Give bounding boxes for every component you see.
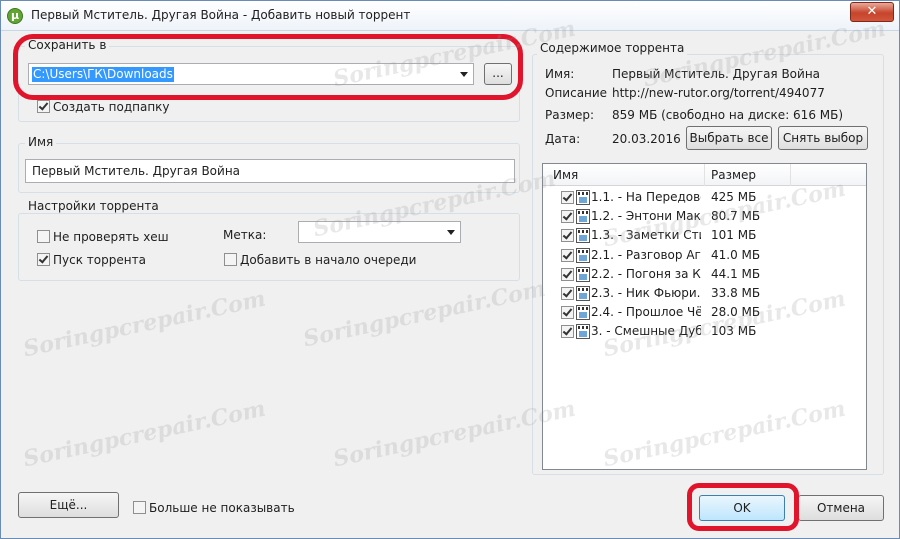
file-size: 28.0 МБ [711, 305, 761, 320]
watermark-text: Soringpcrepair.Com [20, 285, 268, 363]
file-checkbox[interactable] [561, 210, 574, 224]
check-icon [562, 268, 573, 279]
torrent-settings-label: Настройки торрента [25, 199, 162, 213]
cancel-button[interactable]: Отмена [798, 495, 884, 521]
file-list-header: Имя Размер [543, 164, 866, 186]
file-size: 103 МБ [711, 324, 757, 339]
tag-combobox[interactable] [298, 221, 461, 243]
file-row[interactable]: 1.2. - Энтони Маки ... 80.7 МБ [543, 207, 866, 226]
check-icon [562, 287, 573, 298]
title-bar: µ Первый Мститель. Другая Война - Добави… [1, 1, 899, 31]
start-torrent-checkbox[interactable] [37, 253, 50, 266]
check-icon [562, 191, 573, 202]
info-name-label: Имя: [545, 67, 575, 81]
file-row[interactable]: 2.3. - Ник Фьюри.m... 33.8 МБ [543, 284, 866, 303]
video-file-icon [576, 209, 590, 225]
column-header-size[interactable]: Размер [711, 168, 756, 182]
info-size-label: Размер: [545, 108, 595, 122]
utorrent-icon: µ [7, 8, 23, 24]
file-name: 1.3. - Заметки Стив... [591, 228, 701, 243]
check-icon [562, 306, 573, 317]
file-row[interactable]: 2.1. - Разговор Аге... 41.0 МБ [543, 246, 866, 265]
torrent-name-field[interactable]: Первый Мститель. Другая Война [25, 159, 515, 183]
browse-button[interactable]: ... [484, 63, 512, 85]
file-name: 3. - Смешные Дубл... [591, 324, 701, 339]
chevron-down-icon[interactable] [460, 72, 468, 77]
check-icon [562, 325, 573, 336]
file-size: 425 МБ [711, 190, 757, 204]
add-to-queue-top-label: Добавить в начало очереди [240, 253, 417, 267]
info-date-value: 20.03.2016 [612, 132, 681, 146]
window-title: Первый Мститель. Другая Война - Добавить… [31, 8, 411, 22]
select-all-button[interactable]: Выбрать все [686, 126, 772, 150]
check-icon [38, 253, 49, 264]
file-checkbox[interactable] [561, 248, 574, 262]
video-file-icon [576, 228, 590, 244]
name-label: Имя [25, 135, 57, 149]
deselect-all-button[interactable]: Снять выбор [778, 126, 868, 150]
file-name: 2.1. - Разговор Аге... [591, 247, 701, 262]
save-path-value[interactable]: C:\Users\ГК\Downloads [32, 67, 174, 82]
file-checkbox[interactable] [561, 325, 574, 339]
check-icon [562, 210, 573, 221]
start-torrent-label: Пуск торрента [53, 253, 146, 267]
file-name: 1.1. - На Передово... [591, 190, 701, 204]
video-file-icon [576, 190, 590, 205]
video-file-icon [576, 305, 590, 321]
video-file-icon [576, 247, 590, 263]
video-file-icon [576, 324, 590, 340]
file-size: 33.8 МБ [711, 286, 761, 300]
file-name: 2.4. - Прошлое Чёр... [591, 305, 701, 320]
file-row[interactable]: 3. - Смешные Дубл... 103 МБ [543, 322, 866, 341]
column-divider[interactable] [704, 164, 705, 186]
info-date-label: Дата: [545, 132, 581, 146]
file-checkbox[interactable] [561, 287, 574, 300]
check-icon [562, 249, 573, 260]
watermark-text: Soringpcrepair.Com [20, 395, 268, 473]
close-button[interactable]: ✕ [850, 2, 894, 22]
file-size: 41.0 МБ [711, 247, 761, 262]
add-to-queue-top-checkbox[interactable] [224, 253, 237, 266]
file-checkbox[interactable] [561, 306, 574, 320]
column-header-name[interactable]: Имя [553, 168, 578, 182]
ok-button[interactable]: OK [699, 495, 785, 521]
file-size: 101 МБ [711, 228, 757, 243]
file-checkbox[interactable] [561, 267, 574, 281]
file-row[interactable]: 1.3. - Заметки Стив... 101 МБ [543, 226, 866, 245]
info-description-label: Описание [545, 86, 608, 100]
skip-hash-checkbox[interactable] [37, 230, 50, 243]
dont-show-again-checkbox[interactable] [133, 501, 146, 514]
torrent-contents-label: Содержимое торрента [537, 41, 688, 55]
file-checkbox[interactable] [561, 191, 574, 204]
create-subfolder-checkbox[interactable] [37, 100, 50, 113]
add-torrent-dialog: µ Первый Мститель. Другая Война - Добави… [0, 0, 900, 539]
info-size-value: 859 МБ (свободно на диске: 616 МБ) [612, 108, 844, 122]
save-to-label: Сохранить в [25, 38, 110, 52]
info-name-value: Первый Мститель. Другая Война [612, 67, 821, 81]
chevron-down-icon[interactable] [447, 230, 455, 235]
info-description-value: http://new-rutor.org/torrent/494077 [612, 86, 825, 100]
file-name: 1.2. - Энтони Маки ... [591, 209, 701, 224]
file-name: 2.3. - Ник Фьюри.m... [591, 286, 701, 300]
file-name: 2.2. - Погоня за Кап... [591, 266, 701, 281]
check-icon [562, 229, 573, 240]
file-size: 80.7 МБ [711, 209, 761, 224]
more-button[interactable]: Ещё... [18, 492, 119, 518]
create-subfolder-label: Создать подпапку [53, 100, 170, 114]
file-row[interactable]: 2.4. - Прошлое Чёр... 28.0 МБ [543, 303, 866, 322]
watermark-text: Soringpcrepair.Com [300, 275, 548, 353]
check-icon [38, 100, 49, 111]
video-file-icon [576, 266, 590, 282]
dont-show-again-label: Больше не показывать [149, 501, 295, 515]
video-file-icon [576, 286, 590, 301]
column-divider[interactable] [790, 164, 791, 186]
save-path-combobox[interactable]: C:\Users\ГК\Downloads [28, 63, 474, 85]
tag-label: Метка: [223, 228, 267, 242]
skip-hash-label: Не проверять хеш [53, 230, 169, 244]
file-size: 44.1 МБ [711, 266, 761, 281]
file-row[interactable]: 2.2. - Погоня за Кап... 44.1 МБ [543, 265, 866, 284]
file-checkbox[interactable] [561, 229, 574, 243]
file-row[interactable]: 1.1. - На Передово... 425 МБ [543, 188, 866, 207]
file-list[interactable]: Имя Размер 1.1. - На Передово...425 МБ1.… [542, 163, 867, 470]
